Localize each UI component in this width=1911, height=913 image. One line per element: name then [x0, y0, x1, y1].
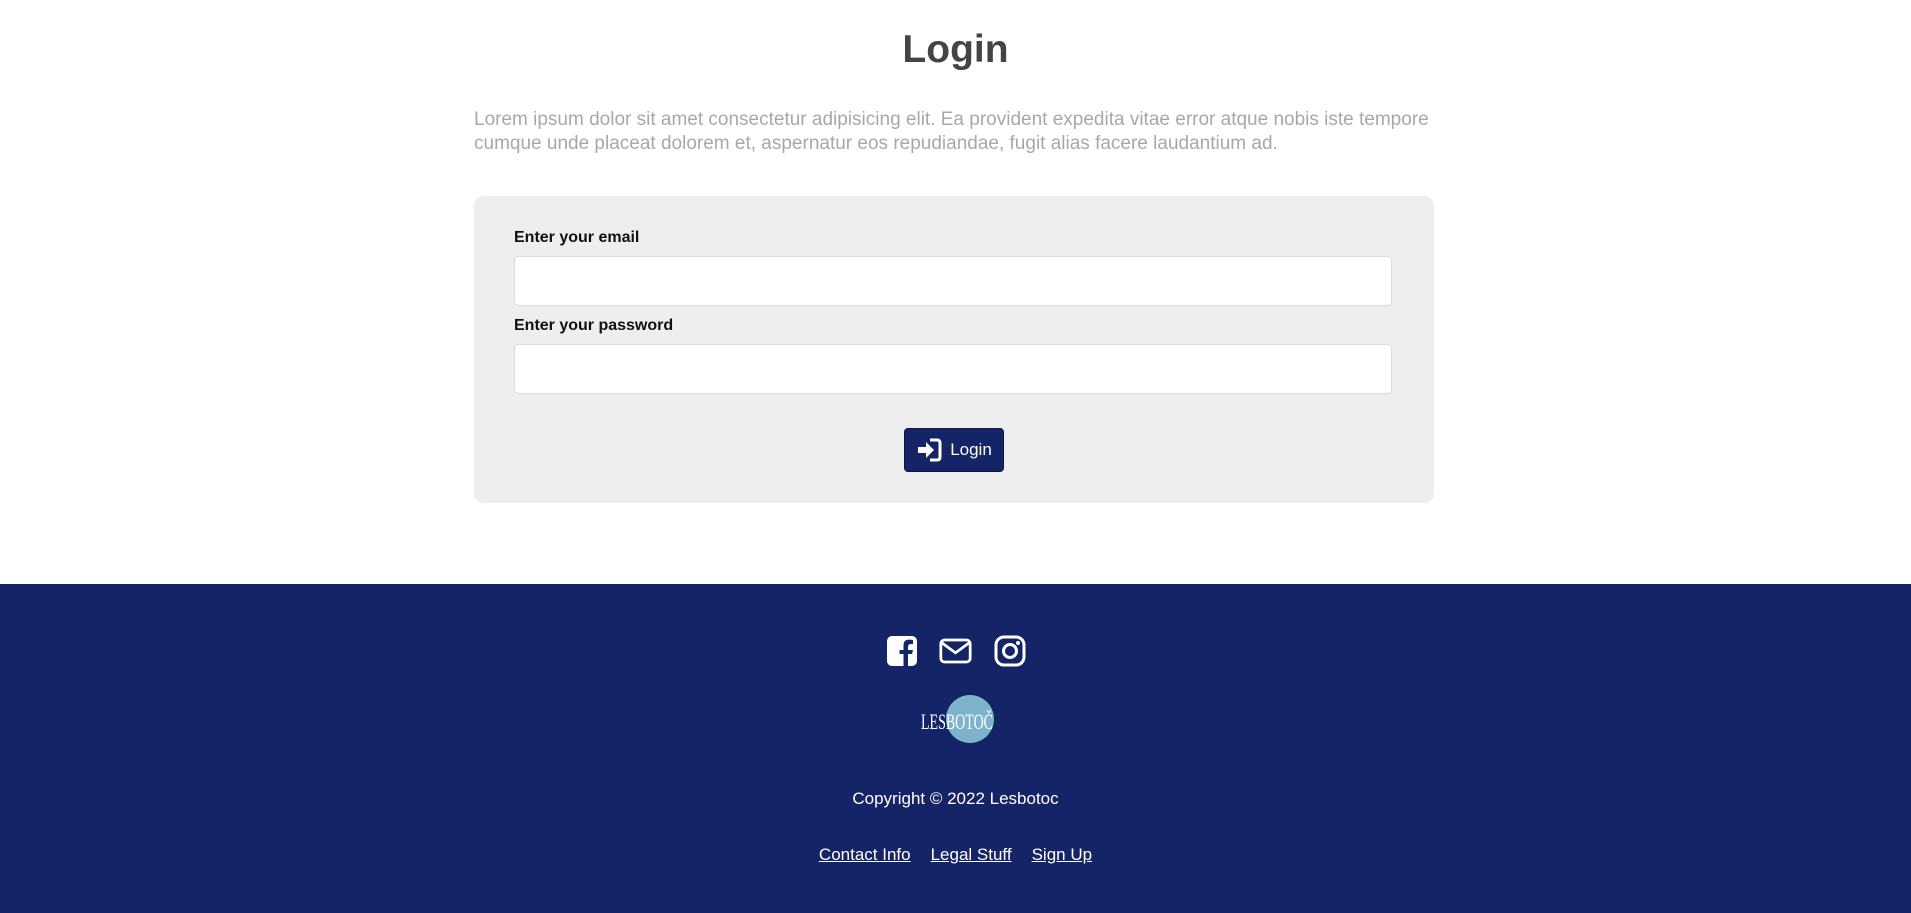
sign-in-icon: [916, 438, 942, 462]
social-links: [0, 634, 1911, 668]
login-button-label: Login: [950, 440, 992, 459]
password-label: Enter your password: [514, 317, 674, 334]
legal-stuff-link[interactable]: Legal Stuff: [931, 844, 1012, 866]
login-form: Enter your email Enter your password Log…: [474, 196, 1434, 503]
svg-text:LESBOTOČ: LESBOTOČ: [921, 709, 993, 734]
footer: LESBOTOČ Copyright © 2022 Lesbotoc Conta…: [0, 584, 1911, 913]
intro-text: Lorem ipsum dolor sit amet consectetur a…: [474, 109, 1429, 154]
page-title: Login: [902, 28, 1009, 71]
main-content: Login Lorem ipsum dolor sit amet consect…: [0, 0, 1911, 584]
sign-up-link[interactable]: Sign Up: [1032, 844, 1092, 866]
email-label: Enter your email: [514, 229, 640, 246]
page: Login Lorem ipsum dolor sit amet consect…: [0, 0, 1911, 913]
contact-info-link[interactable]: Contact Info: [819, 844, 911, 866]
lesbotoc-logo: LESBOTOČ: [918, 694, 1002, 744]
envelope-icon[interactable]: [939, 634, 972, 668]
facebook-icon[interactable]: [885, 634, 918, 668]
copyright-text: Copyright © 2022 Lesbotoc: [852, 789, 1059, 808]
password-field[interactable]: [514, 344, 1392, 394]
footer-links: Contact Info Legal Stuff Sign Up: [0, 844, 1911, 866]
instagram-icon[interactable]: [993, 634, 1026, 668]
login-button[interactable]: Login: [904, 428, 1004, 472]
email-field[interactable]: [514, 256, 1392, 306]
